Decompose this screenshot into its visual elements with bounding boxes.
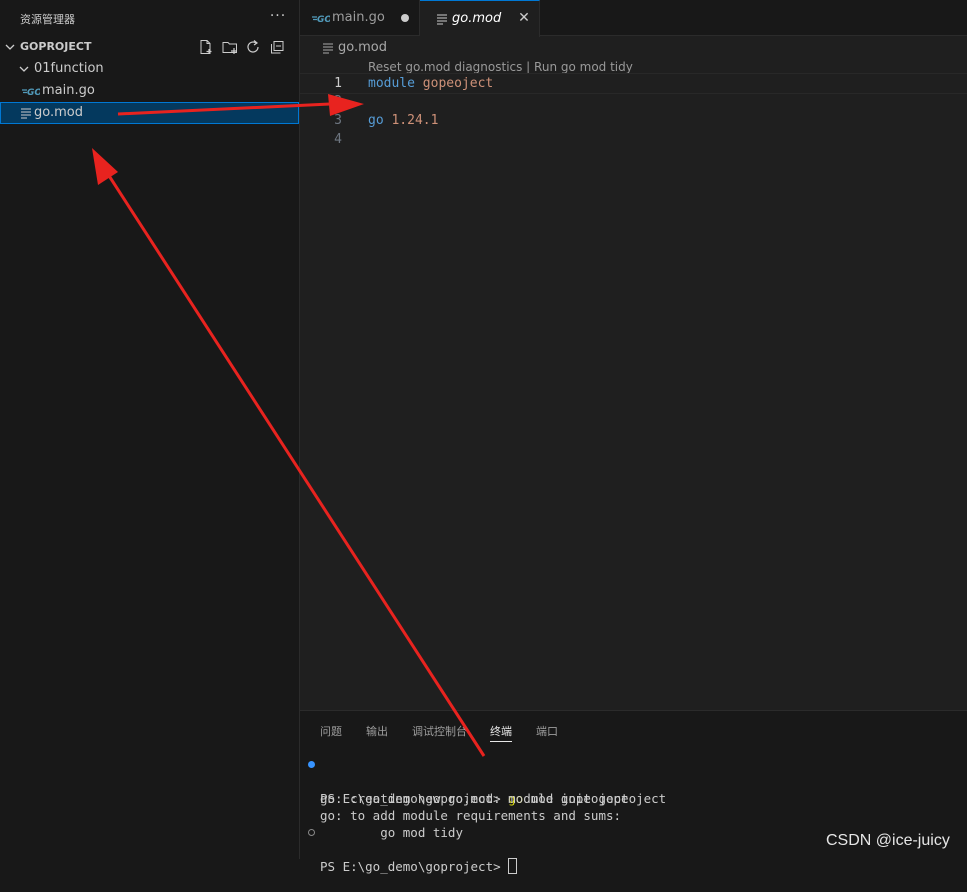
tab-main-go[interactable]: GO main.go xyxy=(300,0,420,35)
panel-tab-ports[interactable]: 端口 xyxy=(536,723,558,741)
new-file-icon[interactable] xyxy=(198,39,214,55)
explorer-title: 资源管理器 xyxy=(20,13,75,26)
code-line[interactable]: 2 xyxy=(300,92,967,111)
new-folder-icon[interactable] xyxy=(222,39,238,55)
code-line[interactable]: 1 module gopeoject xyxy=(300,73,967,94)
folder-item[interactable]: 01function xyxy=(0,58,299,80)
panel-tab-debug-console[interactable]: 调试控制台 xyxy=(412,723,467,741)
tab-bar: GO main.go go.mod ✕ xyxy=(300,0,967,37)
keyword-token: go xyxy=(368,113,384,128)
project-header[interactable]: GOPROJECT xyxy=(0,36,299,58)
breadcrumb-label: go.mod xyxy=(338,40,387,55)
watermark: CSDN @ice-juicy xyxy=(826,832,950,849)
project-name: GOPROJECT xyxy=(20,40,92,53)
lines-file-icon xyxy=(21,108,31,119)
terminal-line[interactable]: PS E:\go_demo\goproject> go mod init gop… xyxy=(300,756,967,806)
line-number: 4 xyxy=(334,132,342,147)
tab-go-mod[interactable]: go.mod ✕ xyxy=(420,0,540,37)
command-status-icon[interactable] xyxy=(308,761,315,768)
explorer-sidebar: 资源管理器 ··· GOPROJECT 01function G main.go… xyxy=(0,0,300,859)
codelens[interactable]: Reset go.mod diagnostics | Run go mod ti… xyxy=(368,60,633,74)
go-file-icon: GO xyxy=(22,88,40,98)
terminal-line: go mod tidy xyxy=(300,807,967,840)
terminal-line: go: creating new go.mod: module gopeojec… xyxy=(300,773,967,806)
chevron-down-icon xyxy=(19,66,29,72)
line-number: 1 xyxy=(334,76,342,91)
tab-label: main.go xyxy=(332,10,385,25)
terminal-line: go: to add module requirements and sums: xyxy=(300,790,967,823)
folder-label: 01function xyxy=(34,61,104,76)
file-item-main-go[interactable]: GO main.go xyxy=(0,80,299,102)
chevron-down-icon xyxy=(5,44,15,50)
modified-dot-icon[interactable] xyxy=(401,14,409,22)
explorer-header: 资源管理器 ··· xyxy=(0,0,299,36)
close-icon[interactable]: ✕ xyxy=(516,1,532,36)
go-file-icon: GO xyxy=(312,15,330,25)
refresh-icon[interactable] xyxy=(245,39,261,55)
panel-tab-problems[interactable]: 问题 xyxy=(320,723,342,741)
file-label: main.go xyxy=(42,83,95,98)
panel-tab-output[interactable]: 输出 xyxy=(366,723,388,741)
svg-text:GO: GO xyxy=(317,15,330,25)
code-text: go 1.24.1 xyxy=(368,111,438,130)
version-token: 1.24.1 xyxy=(391,113,439,128)
collapse-all-icon[interactable] xyxy=(269,39,285,55)
lines-file-icon xyxy=(323,43,333,54)
keyword-token: module xyxy=(368,76,415,91)
svg-text:GO: GO xyxy=(27,88,40,98)
terminal-cursor xyxy=(508,858,518,874)
terminal-text: PS E:\go_demo\goproject> xyxy=(320,858,518,875)
panel-tab-terminal[interactable]: 终端 xyxy=(490,723,512,742)
code-text: module gopeoject xyxy=(368,74,493,93)
more-actions-icon[interactable]: ··· xyxy=(268,6,288,26)
line-number: 3 xyxy=(334,113,342,128)
code-line[interactable]: 4 xyxy=(300,130,967,149)
code-line[interactable]: 3 go 1.24.1 xyxy=(300,111,967,130)
file-item-go-mod[interactable]: go.mod xyxy=(0,102,299,124)
file-label: go.mod xyxy=(34,105,83,120)
command-status-icon[interactable] xyxy=(308,829,315,836)
line-number: 2 xyxy=(334,94,342,109)
module-token: gopeoject xyxy=(422,76,494,91)
lines-file-icon xyxy=(437,14,447,25)
prompt-text: PS E:\go_demo\goproject> xyxy=(320,859,509,874)
tab-label: go.mod xyxy=(452,11,502,26)
editor-area: GO main.go go.mod ✕ go.mod Reset go.mod … xyxy=(300,0,967,710)
